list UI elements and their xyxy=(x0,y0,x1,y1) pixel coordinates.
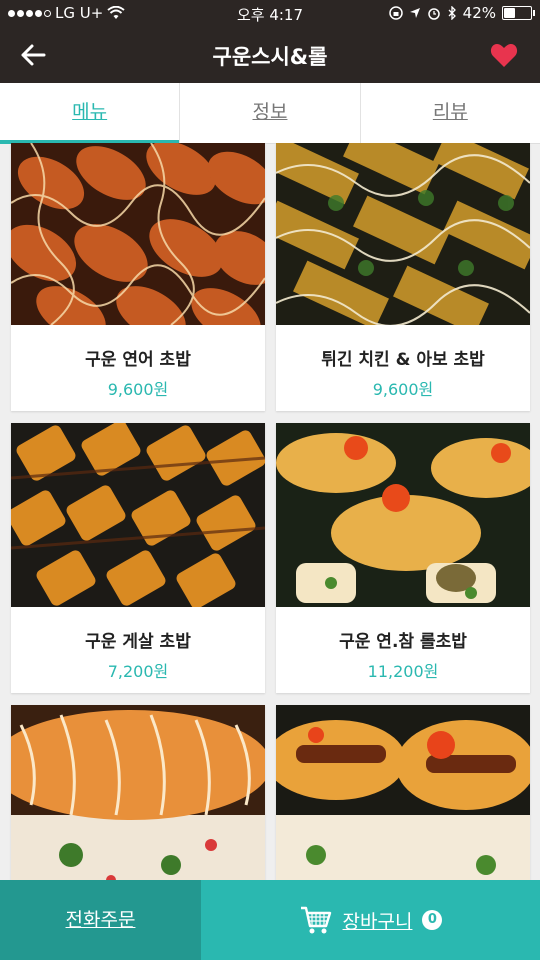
app-header: 구운스시&롤 xyxy=(0,26,540,83)
battery-percent: 42% xyxy=(462,4,496,22)
food-image xyxy=(11,423,265,607)
heart-icon[interactable] xyxy=(490,42,518,68)
menu-item-name: 구운 연어 초밥 xyxy=(85,350,191,370)
food-image xyxy=(276,423,530,607)
phone-order-button[interactable]: 전화주문 xyxy=(0,880,201,960)
tab-bar: 메뉴 정보 리뷰 xyxy=(0,83,540,144)
menu-item-name: 구운 게살 초밥 xyxy=(85,632,191,652)
menu-card[interactable]: 구운 연어 초밥 9,600원 xyxy=(11,143,265,411)
status-right: 42% xyxy=(388,4,535,22)
tab-menu[interactable]: 메뉴 xyxy=(0,83,181,144)
cart-icon xyxy=(300,906,331,934)
menu-item-name: 튀긴 치킨 & 아보 초밥 xyxy=(321,350,485,370)
menu-card[interactable] xyxy=(276,705,530,880)
status-bar: LG U+ 오후 4:17 42% xyxy=(0,0,540,26)
rotation-lock-icon xyxy=(388,6,403,20)
battery-icon xyxy=(502,6,535,20)
food-image xyxy=(11,705,265,880)
food-image xyxy=(276,143,530,325)
menu-item-price: 9,600원 xyxy=(107,380,169,399)
alarm-icon xyxy=(427,8,440,20)
menu-card[interactable] xyxy=(11,705,265,880)
menu-item-name: 구운 연.참 롤초밥 xyxy=(339,632,467,652)
menu-item-price: 7,200원 xyxy=(107,662,169,681)
menu-grid: 구운 연어 초밥 9,600원 튀긴 치킨 & 아보 초밥 9,600원 구운 … xyxy=(0,143,540,880)
cart-button[interactable]: 장바구니 0 xyxy=(201,880,540,960)
menu-card[interactable]: 구운 연.참 롤초밥 11,200원 xyxy=(276,423,530,693)
tab-info[interactable]: 정보 xyxy=(180,83,361,143)
tab-review[interactable]: 리뷰 xyxy=(361,83,540,143)
location-icon xyxy=(409,8,420,18)
food-image xyxy=(276,705,530,880)
page-title: 구운스시&롤 xyxy=(212,45,328,69)
battery-fill xyxy=(504,8,515,18)
cart-label: 장바구니 xyxy=(342,910,413,933)
menu-card[interactable]: 구운 게살 초밥 7,200원 xyxy=(11,423,265,693)
cart-count-badge: 0 xyxy=(422,910,443,930)
menu-item-price: 11,200원 xyxy=(367,662,439,681)
bluetooth-icon xyxy=(448,6,456,20)
menu-item-price: 9,600원 xyxy=(372,380,434,399)
bottom-bar: 전화주문 장바구니 0 xyxy=(0,880,540,960)
food-image xyxy=(11,143,265,325)
menu-card[interactable]: 튀긴 치킨 & 아보 초밥 9,600원 xyxy=(276,143,530,411)
